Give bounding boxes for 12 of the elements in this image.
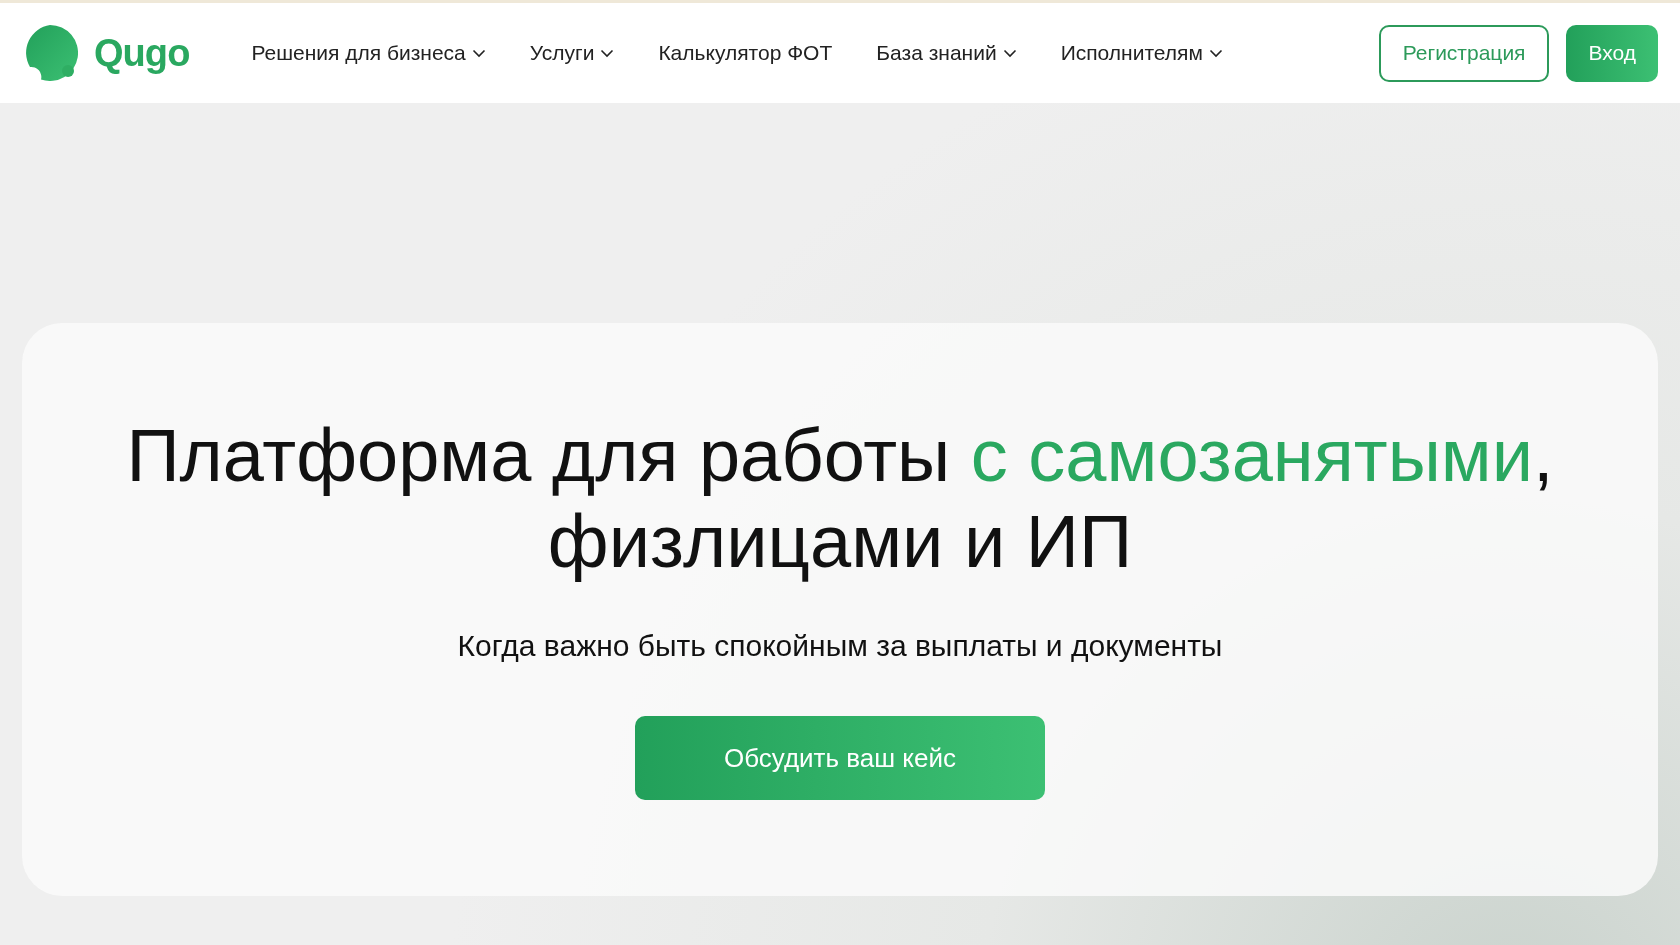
hero-subtitle: Когда важно быть спокойным за выплаты и документы <box>457 628 1223 664</box>
chevron-down-icon <box>1208 48 1223 58</box>
hero-title: Платформа для работы с самозанятыми, физлицами и ИП <box>125 413 1555 585</box>
chevron-down-icon <box>1002 48 1017 58</box>
nav-link[interactable]: Исполнителям <box>1060 37 1223 69</box>
chevron-down-icon <box>600 48 615 58</box>
chevron-down-icon <box>471 48 486 58</box>
register-button[interactable]: Регистрация <box>1378 24 1550 82</box>
nav-link[interactable]: Калькулятор ФОТ <box>658 37 833 69</box>
nav-link[interactable]: Услуги <box>529 37 615 69</box>
nav-link[interactable]: База знаний <box>876 37 1017 69</box>
nav-link[interactable]: Решения для бизнеса <box>251 37 486 69</box>
